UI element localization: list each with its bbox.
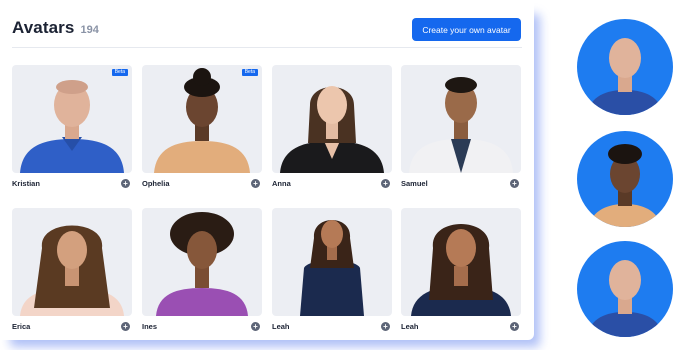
avatar-name: Erica: [12, 321, 31, 331]
avatar-name: Ophelia: [142, 178, 170, 188]
avatar-preview-circle: [576, 240, 674, 338]
header-divider: [12, 47, 522, 48]
avatar-portrait: [409, 77, 513, 173]
add-avatar-button[interactable]: +: [381, 178, 390, 188]
add-avatar-button[interactable]: +: [251, 178, 260, 188]
add-avatar-button[interactable]: +: [251, 321, 260, 331]
avatar-count: 194: [80, 24, 99, 36]
avatar-thumbnail[interactable]: [12, 208, 132, 316]
create-avatar-button[interactable]: Create your own avatar: [412, 18, 521, 41]
avatar-card-leah-1[interactable]: Leah +: [272, 208, 392, 333]
avatar-thumbnail[interactable]: [272, 208, 392, 316]
avatar-name: Leah: [272, 321, 290, 331]
beta-badge: Beta: [111, 69, 128, 76]
avatar-card-ines[interactable]: Ines +: [142, 208, 262, 333]
add-avatar-button[interactable]: +: [510, 178, 519, 188]
avatar-name: Leah: [401, 321, 419, 331]
avatar-portrait: [280, 86, 384, 173]
avatar-card-kristian[interactable]: Beta Kristian +: [12, 65, 132, 190]
avatar-card-ophelia[interactable]: Beta Ophelia +: [142, 65, 262, 190]
add-avatar-button[interactable]: +: [510, 321, 519, 331]
avatar-preview-circle: [576, 130, 674, 228]
page-title: Avatars: [12, 18, 75, 37]
avatar-thumbnail[interactable]: [142, 208, 262, 316]
avatar-portrait: [154, 68, 250, 173]
avatars-panel: Avatars 194 Create your own avatar Beta …: [0, 0, 534, 340]
avatar-portrait: [20, 225, 124, 316]
avatar-portrait: [300, 220, 364, 316]
avatar-card-leah-2[interactable]: Leah +: [401, 208, 521, 333]
avatar-card-samuel[interactable]: Samuel +: [401, 65, 521, 190]
avatar-portrait: [411, 224, 511, 316]
avatar-thumbnail[interactable]: [272, 65, 392, 173]
avatar-thumbnail[interactable]: Beta: [142, 65, 262, 173]
avatar-card-anna[interactable]: Anna +: [272, 65, 392, 190]
beta-badge: Beta: [241, 69, 258, 76]
avatar-thumbnail[interactable]: [401, 65, 521, 173]
avatar-name: Ines: [142, 321, 158, 331]
add-avatar-button[interactable]: +: [121, 321, 130, 331]
avatar-thumbnail[interactable]: Beta: [12, 65, 132, 173]
avatar-portrait: [20, 80, 124, 173]
avatar-portrait: [156, 212, 248, 316]
avatar-name: Kristian: [12, 178, 40, 188]
page-header: Avatars 194: [12, 18, 99, 38]
avatar-thumbnail[interactable]: [401, 208, 521, 316]
avatar-card-erica[interactable]: Erica +: [12, 208, 132, 333]
avatar-name: Samuel: [401, 178, 428, 188]
add-avatar-button[interactable]: +: [381, 321, 390, 331]
add-avatar-button[interactable]: +: [121, 178, 130, 188]
avatar-name: Anna: [272, 178, 291, 188]
avatar-preview-circle: [576, 18, 674, 116]
